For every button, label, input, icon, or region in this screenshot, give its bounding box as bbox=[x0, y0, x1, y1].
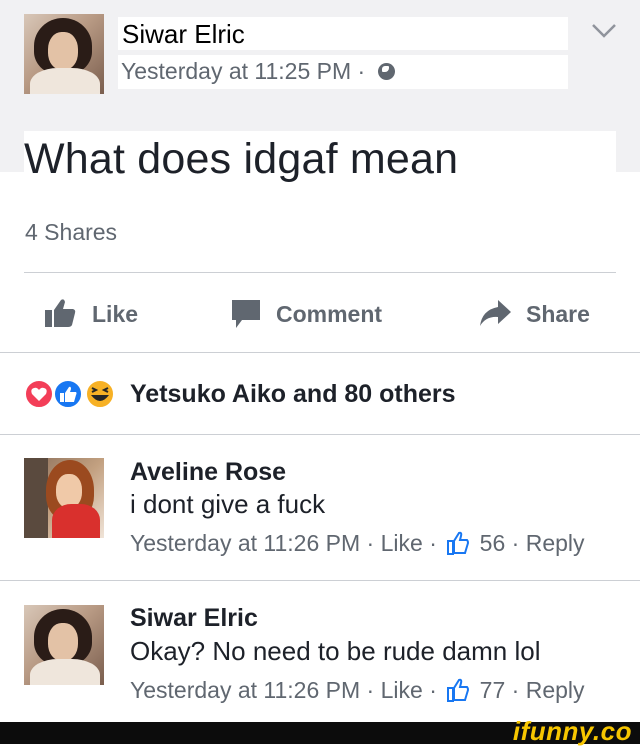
comment-icon bbox=[232, 300, 260, 328]
comment-like-count[interactable]: 77 bbox=[480, 677, 506, 703]
thumbs-up-icon bbox=[447, 678, 470, 702]
commenter-avatar[interactable] bbox=[24, 458, 104, 538]
shares-count[interactable]: 4 Shares bbox=[25, 219, 117, 246]
share-arrow-icon bbox=[480, 300, 511, 326]
divider bbox=[24, 272, 616, 273]
comment-label: Comment bbox=[276, 301, 383, 327]
comment-timestamp[interactable]: Yesterday at 11:26 PM bbox=[130, 530, 360, 556]
ifunny-watermark: ifunny.co bbox=[512, 716, 632, 746]
author-avatar[interactable] bbox=[24, 14, 104, 94]
comment-like-count[interactable]: 56 bbox=[480, 530, 506, 556]
like-label: Like bbox=[92, 301, 139, 327]
comment-like-link[interactable]: Like bbox=[381, 677, 423, 703]
share-label: Share bbox=[526, 301, 590, 327]
post-author-name[interactable]: Siwar Elric bbox=[122, 19, 245, 50]
like-button[interactable]: Like bbox=[44, 298, 164, 330]
comment-author[interactable]: Aveline Rose bbox=[130, 458, 286, 487]
comment-meta: Yesterday at 11:26 PM · Like · 56 · Repl… bbox=[130, 530, 585, 556]
comment-meta: Yesterday at 11:26 PM · Like · 77 · Repl… bbox=[130, 677, 585, 703]
like-reaction-icon bbox=[53, 379, 83, 409]
chevron-down-icon[interactable] bbox=[590, 20, 618, 42]
comment-timestamp[interactable]: Yesterday at 11:26 PM bbox=[130, 677, 360, 703]
post-text: What does idgaf mean bbox=[24, 135, 459, 183]
comment-button[interactable]: Comment bbox=[230, 298, 410, 330]
comment-like-link[interactable]: Like bbox=[381, 530, 423, 556]
reactions-summary[interactable]: Yetsuko Aiko and 80 others bbox=[130, 380, 456, 409]
watermark-bar: ifunny.co bbox=[0, 716, 640, 746]
separator-dot: · bbox=[357, 58, 366, 84]
thumbs-up-icon bbox=[45, 299, 76, 327]
thumbs-up-icon bbox=[447, 531, 470, 555]
globe-icon bbox=[377, 63, 395, 80]
comment-text: Okay? No need to be rude damn lol bbox=[130, 636, 541, 666]
post-timestamp[interactable]: Yesterday at 11:25 PM bbox=[121, 58, 351, 84]
reaction-icons[interactable] bbox=[24, 378, 120, 410]
comment-text: i dont give a fuck bbox=[130, 489, 326, 519]
commenter-avatar[interactable] bbox=[24, 605, 104, 685]
share-button[interactable]: Share bbox=[478, 298, 608, 330]
haha-reaction-icon bbox=[85, 379, 115, 409]
love-reaction-icon bbox=[24, 379, 54, 409]
divider bbox=[0, 434, 640, 435]
divider bbox=[0, 580, 640, 581]
comment-reply-link[interactable]: Reply bbox=[526, 530, 585, 556]
post-timestamp-row[interactable]: Yesterday at 11:25 PM · bbox=[121, 58, 395, 85]
divider bbox=[0, 352, 640, 353]
comment-reply-link[interactable]: Reply bbox=[526, 677, 585, 703]
comment-author[interactable]: Siwar Elric bbox=[130, 604, 258, 633]
